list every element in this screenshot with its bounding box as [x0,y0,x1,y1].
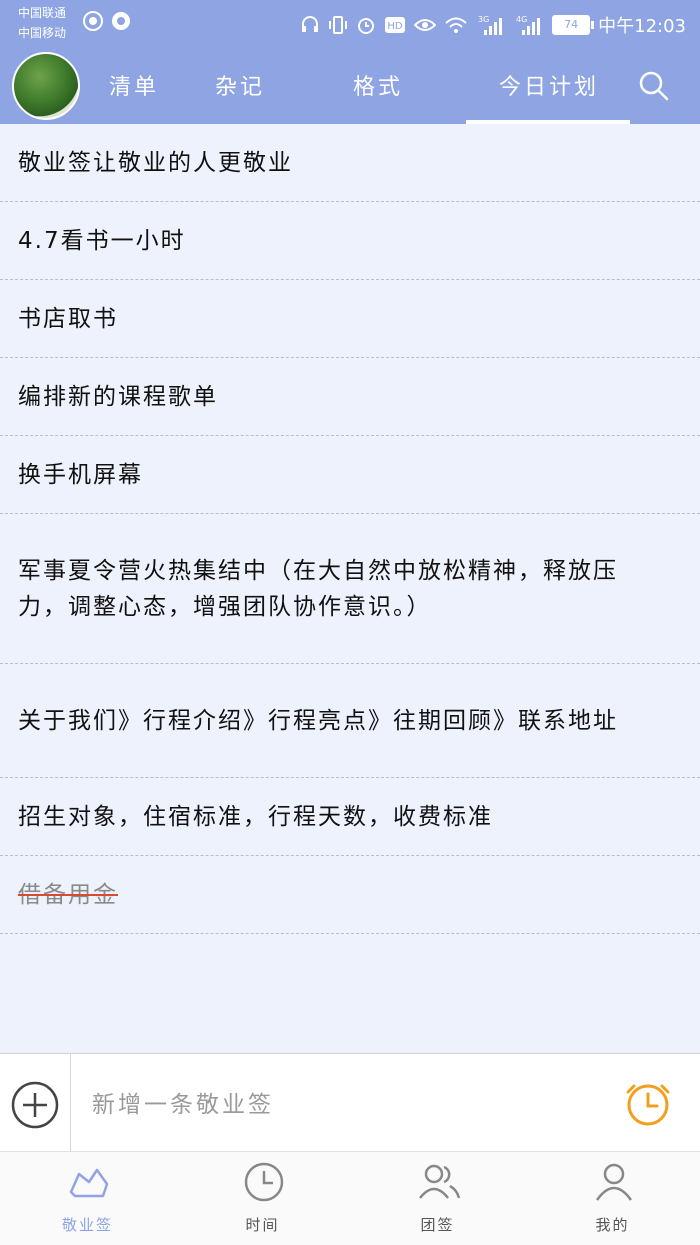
bottom-navigation: 敬业签 时间 团签 我的 [0,1151,700,1245]
list-item[interactable]: 4.7看书一小时 [0,202,700,280]
tab-today-plan[interactable]: 今日计划 [468,60,630,120]
input-divider [70,1054,71,1152]
list-item-text: 借备用金 [18,881,118,908]
new-note-bar [0,1053,700,1152]
hd-icon: HD [385,17,406,33]
list-item-text: 4.7看书一小时 [18,227,186,254]
status-icons: HD 3G 4G 74 中午12:03 [300,12,686,38]
list-item-completed[interactable]: 借备用金 [0,856,700,934]
list-item[interactable]: 书店取书 [0,280,700,358]
avatar[interactable] [12,52,80,120]
list-item-text: 招生对象，住宿标准，行程天数，收费标准 [18,803,493,830]
list-item[interactable]: 编排新的课程歌单 [0,358,700,436]
list-item-text: 书店取书 [18,305,118,332]
nav-label: 团签 [420,1216,455,1234]
user-icon [595,1163,633,1201]
list-item[interactable]: 换手机屏幕 [0,436,700,514]
tab-bar: 清单 杂记 格式 今日计划 [88,60,700,124]
note-list: 敬业签让敬业的人更敬业 4.7看书一小时 书店取书 编排新的课程歌单 换手机屏幕… [0,124,700,934]
record-icon [112,12,130,30]
group-icon [419,1164,461,1199]
network-1-label: 3G [478,15,489,24]
wifi-icon [445,17,467,33]
status-bar: 中国联通 中国移动 HD 3G 4G 74 中午12:03 [0,0,700,46]
tab-qingdan[interactable]: 清单 [88,60,180,120]
signal-3g-icon: 3G [478,15,503,35]
list-item[interactable]: 军事夏令营火热集结中（在大自然中放松精神，释放压力，调整心态，增强团队协作意识。… [0,514,700,664]
battery-indicator: 74 [552,15,595,35]
clock-icon [244,1162,284,1202]
list-item[interactable]: 关于我们》行程介绍》行程亮点》往期回顾》联系地址 [0,664,700,778]
list-item-text: 编排新的课程歌单 [18,383,218,410]
add-icon[interactable] [10,1080,60,1130]
notification-icon [83,11,103,31]
carrier-1: 中国联通 [18,6,67,20]
nav-label: 时间 [245,1216,280,1234]
network-2-label: 4G [516,15,527,24]
svg-text:HD: HD [388,21,404,32]
list-item[interactable]: 敬业签让敬业的人更敬业 [0,124,700,202]
status-clock: 中午12:03 [598,16,686,37]
alarm-status-icon [358,18,375,34]
vibrate-icon [329,16,348,34]
note-icon [69,1168,109,1198]
nav-group[interactable]: 团签 [350,1152,525,1245]
tab-zaji[interactable]: 杂记 [194,60,286,120]
search-icon[interactable] [638,70,670,102]
nav-label: 敬业签 [61,1216,113,1234]
list-item[interactable]: 招生对象，住宿标准，行程天数，收费标准 [0,778,700,856]
list-item-text: 敬业签让敬业的人更敬业 [18,149,293,176]
eye-icon [414,19,437,31]
nav-jingyeqian[interactable]: 敬业签 [0,1152,175,1245]
app-header: 中国联通 中国移动 HD 3G 4G 74 中午12:03 清单 杂记 格式 今… [0,0,700,124]
tab-geshi[interactable]: 格式 [332,60,424,120]
reminder-clock-icon[interactable] [624,1080,672,1128]
nav-me[interactable]: 我的 [525,1152,700,1245]
list-item-text: 关于我们》行程介绍》行程亮点》往期回顾》联系地址 [18,707,618,734]
list-item-text: 换手机屏幕 [18,461,143,488]
nav-label: 我的 [595,1216,630,1234]
headset-icon [302,16,319,32]
carrier-2: 中国移动 [18,26,67,40]
nav-time[interactable]: 时间 [175,1152,350,1245]
signal-4g-icon: 4G [516,15,541,35]
list-item-text: 军事夏令营火热集结中（在大自然中放松精神，释放压力，调整心态，增强团队协作意识。… [18,557,618,620]
new-note-input[interactable] [90,1084,594,1126]
